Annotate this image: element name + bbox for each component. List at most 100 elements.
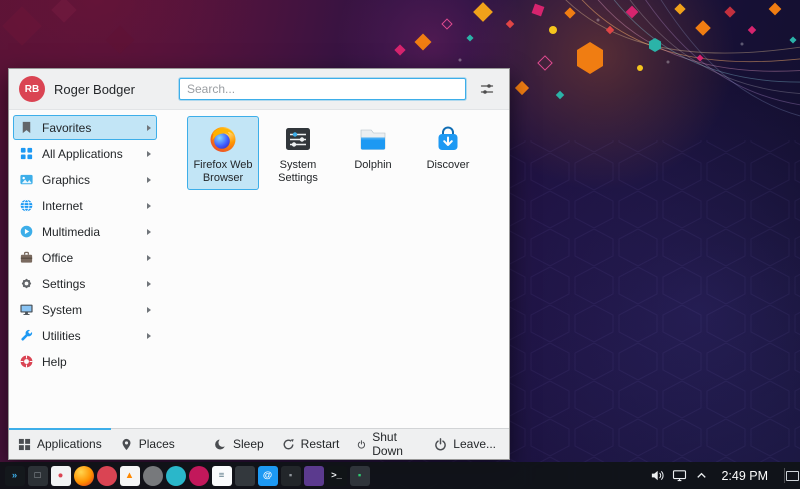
favorite-dolphin[interactable]: Dolphin: [337, 116, 409, 190]
taskbar-app-system-monitor[interactable]: ▪: [349, 465, 370, 486]
avatar-initials: RB: [24, 83, 40, 95]
sidebar-item-office[interactable]: Office: [13, 245, 157, 270]
taskbar-app-krita[interactable]: [188, 465, 209, 486]
taskbar-app-chromium[interactable]: [165, 465, 186, 486]
taskbar-app-firefox[interactable]: [73, 465, 94, 486]
dolphin-icon: [360, 129, 386, 150]
pin-icon: [122, 438, 131, 450]
taskbar-app-konsole[interactable]: >_: [326, 465, 347, 486]
computer-icon: [19, 302, 34, 317]
bookmark-icon: [19, 120, 34, 135]
sidebar-item-label: Multimedia: [42, 224, 101, 239]
submenu-arrow-icon: [147, 124, 151, 131]
show-desktop-icon: [786, 470, 799, 481]
desktop: RB Roger Bodger Favorites: [0, 0, 800, 489]
taskbar-app-media-player[interactable]: ●: [50, 465, 71, 486]
favorite-label: Discover: [426, 159, 470, 171]
favorite-discover[interactable]: Discover: [412, 116, 484, 190]
power-icon: [358, 439, 366, 449]
taskbar-app-launcher[interactable]: »: [4, 465, 25, 486]
submenu-arrow-icon: [147, 228, 151, 235]
sidebar-item-label: Help: [42, 354, 67, 369]
sidebar-item-multimedia[interactable]: Multimedia: [13, 219, 157, 244]
taskbar-app-kmail[interactable]: @: [257, 465, 278, 486]
favorite-label: Dolphin: [354, 159, 392, 171]
leave-button[interactable]: Leave...: [421, 429, 509, 459]
sidebar-item-label: Utilities: [42, 328, 81, 343]
submenu-arrow-icon: [147, 306, 151, 313]
power-icon: [435, 437, 447, 450]
avatar[interactable]: RB: [19, 76, 45, 102]
grid-icon: [18, 438, 31, 450]
taskbar-app-pager[interactable]: □: [27, 465, 48, 486]
lifesaver-icon: [19, 354, 34, 369]
wrench-icon: [19, 328, 34, 343]
show-desktop-button[interactable]: [784, 468, 800, 483]
submenu-arrow-icon: [147, 280, 151, 287]
taskbar-app-spectacle[interactable]: [303, 465, 324, 486]
favorite-label: Firefox Web Browser: [193, 159, 253, 185]
sidebar-item-internet[interactable]: Internet: [13, 193, 157, 218]
sidebar-item-all-applications[interactable]: All Applications: [13, 141, 157, 166]
tab-label: Applications: [37, 437, 102, 451]
submenu-arrow-icon: [147, 176, 151, 183]
favorite-firefox[interactable]: Firefox Web Browser: [187, 116, 259, 190]
taskbar-app-vlc[interactable]: ▲: [119, 465, 140, 486]
media-icon: [19, 224, 34, 239]
globe-icon: [19, 198, 34, 213]
sleep-button[interactable]: Sleep: [205, 429, 273, 459]
sidebar-item-system[interactable]: System: [13, 297, 157, 322]
app-grid-icon: [19, 146, 34, 161]
app-launcher-panel: RB Roger Bodger Favorites: [8, 68, 510, 460]
search-input[interactable]: [179, 78, 466, 100]
sidebar-item-label: Settings: [42, 276, 86, 291]
sidebar-item-label: System: [42, 302, 83, 317]
sliders-icon: [480, 84, 494, 94]
gear-icon: [19, 276, 34, 291]
configure-button[interactable]: [475, 81, 499, 97]
sidebar-item-utilities[interactable]: Utilities: [13, 323, 157, 348]
sidebar-item-label: Graphics: [42, 172, 91, 187]
clock[interactable]: 2:49 PM: [721, 469, 768, 483]
footer-spacer: [184, 429, 205, 459]
app-glyph: >_: [331, 470, 342, 481]
app-glyph: »: [11, 470, 18, 481]
expand-tray-icon[interactable]: [694, 468, 709, 483]
user-name: Roger Bodger: [54, 81, 135, 97]
discover-icon: [438, 126, 458, 150]
taskbar-app-gimp[interactable]: [142, 465, 163, 486]
tab-places[interactable]: Places: [111, 429, 184, 459]
sidebar-item-favorites[interactable]: Favorites: [13, 115, 157, 140]
sidebar-item-settings[interactable]: Settings: [13, 271, 157, 296]
sidebar-item-label: Office: [42, 250, 74, 265]
tab-label: Places: [138, 437, 175, 451]
submenu-arrow-icon: [147, 254, 151, 261]
restart-button[interactable]: Restart: [273, 429, 349, 459]
launcher-body: Favorites All Applications Graphics Inte…: [9, 110, 509, 428]
taskbar-app-writer[interactable]: ≡: [211, 465, 232, 486]
sidebar-item-help[interactable]: Help: [13, 349, 157, 374]
sidebar-item-graphics[interactable]: Graphics: [13, 167, 157, 192]
taskbar-app-kdeconnect[interactable]: ▪: [280, 465, 301, 486]
button-label: Leave...: [453, 437, 496, 451]
button-label: Restart: [300, 437, 340, 451]
sidebar-item-label: Internet: [42, 198, 83, 213]
taskbar-app-okular[interactable]: [96, 465, 117, 486]
submenu-arrow-icon: [147, 150, 151, 157]
briefcase-icon: [19, 250, 34, 265]
shutdown-button[interactable]: Shut Down: [348, 429, 421, 459]
firefox-icon: [210, 127, 236, 152]
app-glyph: ≡: [218, 470, 225, 481]
submenu-arrow-icon: [147, 332, 151, 339]
display-icon[interactable]: [672, 468, 687, 483]
app-glyph: ▪: [357, 470, 362, 481]
restart-icon: [283, 438, 294, 449]
sidebar-item-label: All Applications: [42, 146, 123, 161]
tab-applications[interactable]: Applications: [9, 428, 111, 459]
favorites-grid: Firefox Web Browser System Settings Dolp…: [161, 110, 509, 428]
volume-icon[interactable]: [650, 468, 665, 483]
system-tray: 2:49 PM: [650, 468, 800, 483]
app-glyph: ▲: [124, 470, 135, 481]
favorite-system-settings[interactable]: System Settings: [262, 116, 334, 190]
taskbar-app-ark[interactable]: [234, 465, 255, 486]
